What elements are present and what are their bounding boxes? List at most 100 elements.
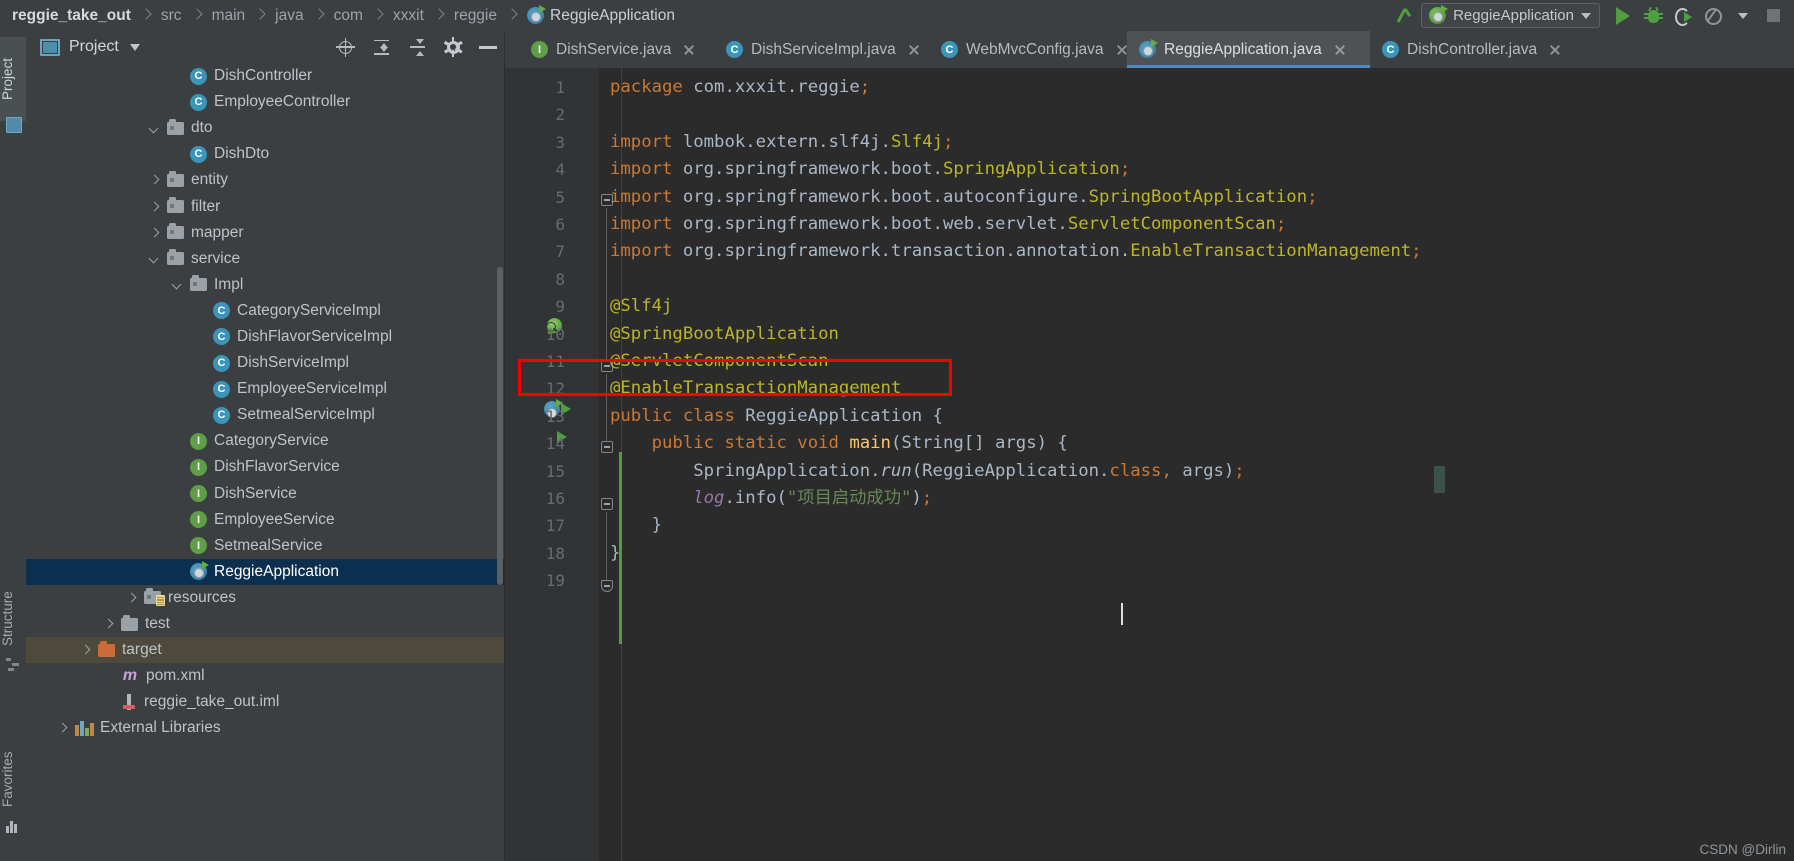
profile-dropdown[interactable]	[1728, 0, 1758, 31]
tree-item-employeeservice[interactable]: I EmployeeService	[26, 507, 505, 533]
expand-all-icon[interactable]	[372, 38, 391, 57]
tree-item-dishdto[interactable]: C DishDto	[26, 141, 505, 167]
locate-icon[interactable]	[336, 37, 355, 57]
profile-button[interactable]	[1698, 0, 1728, 31]
run-button[interactable]	[1608, 0, 1638, 31]
code-line: 6 import org.springframework.boot.web.ser…	[505, 211, 1794, 238]
breadcrumb-item-com[interactable]: com	[334, 7, 363, 25]
tree-item-mapper[interactable]: mapper	[26, 220, 505, 246]
tool-window-structure[interactable]: Structure	[0, 571, 26, 667]
class-icon: C	[190, 67, 207, 85]
tree-arrow-placeholder	[172, 97, 183, 108]
breadcrumb-item-java[interactable]: java	[275, 7, 303, 25]
spring-boot-icon	[1139, 39, 1158, 58]
code-line: 9 @Slf4j	[505, 293, 1794, 320]
run-configuration-label: ReggieApplication	[1453, 7, 1574, 24]
project-panel-scrollbar[interactable]	[497, 267, 503, 585]
tool-window-project[interactable]: Project	[0, 37, 26, 121]
interface-icon: I	[190, 537, 207, 555]
tree-item-dishserviceimpl[interactable]: C DishServiceImpl	[26, 350, 505, 376]
tree-arrow-placeholder	[195, 305, 206, 316]
editor-tab-dishcontroller[interactable]: C DishController.java	[1370, 31, 1575, 68]
tree-item-reggieapplication[interactable]: ReggieApplication	[26, 558, 505, 585]
tree-item-setmealservice[interactable]: I SetmealService	[26, 533, 505, 559]
tree-item-label: DishServiceImpl	[237, 354, 349, 372]
tool-window-favorites[interactable]: Favorites	[0, 731, 26, 827]
breadcrumb-item-class[interactable]: ReggieApplication	[527, 5, 675, 25]
chevron-right-icon[interactable]	[126, 592, 137, 603]
tree-item-target[interactable]: target	[26, 637, 505, 664]
gear-icon[interactable]	[443, 37, 463, 57]
breadcrumb-item-main[interactable]: main	[212, 7, 246, 25]
breadcrumb-item-reggie[interactable]: reggie	[454, 7, 497, 25]
code-text: }	[610, 515, 663, 536]
close-icon[interactable]	[907, 43, 920, 56]
tree-item-label: filter	[191, 197, 221, 215]
tree-item-label: resources	[168, 588, 237, 606]
code-editor[interactable]: 1 package com.xxxit.reggie; 2 3 import lombo…	[505, 68, 1794, 861]
tree-item-filter[interactable]: filter	[26, 193, 505, 219]
editor-tab-dishserviceimpl[interactable]: C DishServiceImpl.java	[714, 31, 929, 68]
close-icon[interactable]	[1333, 43, 1346, 56]
breadcrumb-item-src[interactable]: src	[161, 7, 182, 25]
tree-item-external-libraries[interactable]: External Libraries	[26, 715, 505, 741]
chevron-down-icon[interactable]	[172, 279, 183, 290]
tree-item-dishcontroller[interactable]: C DishController	[26, 63, 505, 89]
minimize-icon[interactable]	[479, 45, 497, 49]
run-toolbar: ReggieApplication	[1391, 0, 1788, 31]
editor-tab-reggieapplication[interactable]: ReggieApplication.java	[1127, 31, 1370, 68]
chevron-right-icon[interactable]	[149, 227, 160, 238]
tree-item-service[interactable]: service	[26, 246, 505, 272]
watermark: CSDN @Dirlin	[1699, 842, 1786, 857]
tree-item-dishflavorserviceimpl[interactable]: C DishFlavorServiceImpl	[26, 324, 505, 350]
chevron-down-icon[interactable]	[149, 253, 160, 264]
tree-item-categoryservice[interactable]: I CategoryService	[26, 428, 505, 454]
tree-item-dto[interactable]: dto	[26, 115, 505, 141]
breadcrumb-item-project[interactable]: reggie_take_out	[12, 7, 131, 25]
stop-button[interactable]	[1758, 0, 1788, 31]
collapse-all-icon[interactable]	[408, 38, 427, 57]
build-button[interactable]	[1391, 0, 1421, 31]
close-icon[interactable]	[1548, 43, 1561, 56]
chevron-right-icon[interactable]	[149, 175, 160, 186]
tree-item-entity[interactable]: entity	[26, 167, 505, 193]
chevron-down-icon[interactable]	[129, 43, 140, 51]
run-configuration-selector[interactable]: ReggieApplication	[1421, 3, 1600, 28]
tree-item-impl[interactable]: Impl	[26, 272, 505, 298]
top-toolbar: reggie_take_out src main java com xxxit …	[0, 0, 1794, 31]
close-icon[interactable]	[682, 43, 695, 56]
line-number: 9	[555, 297, 565, 317]
chevron-right-icon[interactable]	[149, 201, 160, 212]
editor-tab-bar: I DishService.java C DishServiceImpl.java C W…	[505, 31, 1794, 68]
tree-item-setmealserviceimpl[interactable]: C SetmealServiceImpl	[26, 402, 505, 428]
chevron-right-icon[interactable]	[57, 723, 68, 734]
tree-item-reggie-take-out-iml[interactable]: reggie_take_out.iml	[26, 689, 505, 715]
debug-button[interactable]	[1638, 0, 1668, 31]
line-number: 8	[555, 269, 565, 289]
tree-item-resources[interactable]: resources	[26, 585, 505, 611]
tree-item-dishservice[interactable]: I DishService	[26, 481, 505, 507]
code-text: import org.springframework.boot.web.serv…	[610, 214, 1287, 234]
code-text: package com.xxxit.reggie;	[610, 77, 871, 97]
run-with-coverage-button[interactable]	[1668, 0, 1698, 31]
chevron-right-icon[interactable]	[80, 645, 91, 656]
tree-item-label: entity	[191, 171, 229, 189]
code-line: 2	[505, 101, 1794, 128]
chevron-right-icon[interactable]	[103, 619, 114, 630]
code-content[interactable]: 1 package com.xxxit.reggie; 2 3 import lombo…	[505, 68, 1794, 861]
close-icon[interactable]	[1115, 43, 1128, 56]
editor-tab-dishservice[interactable]: I DishService.java	[519, 31, 714, 68]
tree-item-pom-xml[interactable]: m pom.xml	[26, 663, 505, 689]
tree-item-label: EmployeeService	[214, 510, 335, 528]
breadcrumb-class-label: ReggieApplication	[550, 6, 675, 24]
tree-item-employeecontroller[interactable]: C EmployeeController	[26, 89, 505, 115]
code-line: 8	[505, 266, 1794, 293]
tree-item-test[interactable]: test	[26, 611, 505, 637]
chevron-down-icon[interactable]	[149, 123, 160, 134]
tree-item-dishflavorservice[interactable]: I DishFlavorService	[26, 454, 505, 480]
editor-tab-webmvcconfig[interactable]: C WebMvcConfig.java	[929, 31, 1127, 68]
breadcrumb-item-xxxit[interactable]: xxxit	[393, 7, 424, 25]
project-tree[interactable]: C DishController C EmployeeController dto C Di…	[26, 63, 505, 861]
tree-item-employeeserviceimpl[interactable]: C EmployeeServiceImpl	[26, 376, 505, 402]
tree-item-categoryserviceimpl[interactable]: C CategoryServiceImpl	[26, 298, 505, 324]
